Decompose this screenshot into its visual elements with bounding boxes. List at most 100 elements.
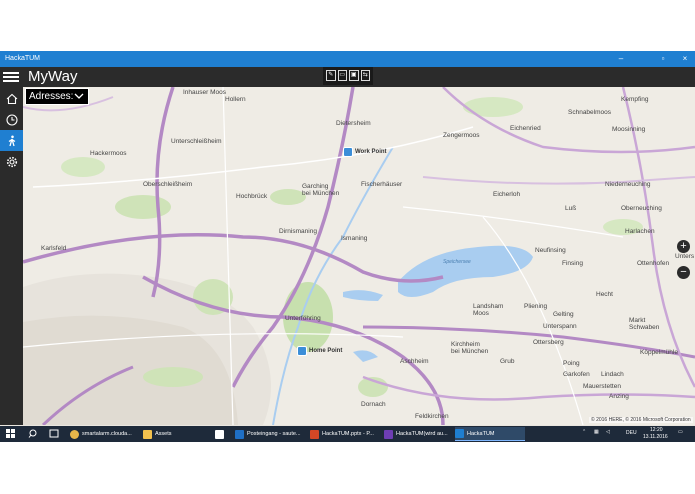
clock-time[interactable]: 12:20 bbox=[650, 427, 663, 433]
address-dropdown[interactable]: Adresses: bbox=[25, 88, 89, 105]
place-label: Hochbrück bbox=[236, 193, 268, 200]
language-indicator[interactable]: DEU bbox=[626, 430, 637, 436]
place-label: Garching bei München bbox=[302, 183, 340, 197]
map-view[interactable]: Inhauser Moos Hollern Dietersheim Zenger… bbox=[23, 87, 695, 425]
title-bar[interactable]: HackaTUM – ▫ × bbox=[0, 51, 695, 67]
place-label: Oberschleißheim bbox=[143, 181, 193, 188]
work-point-label: Work Point bbox=[355, 149, 387, 155]
taskbar-item-label: HackaTUM bbox=[467, 430, 495, 437]
map-copyright: © 2016 HERE, © 2016 Microsoft Corporatio… bbox=[589, 417, 693, 423]
task-view-icon[interactable] bbox=[49, 429, 59, 438]
place-label: Eichenried bbox=[510, 125, 541, 132]
visual-studio-icon bbox=[384, 429, 393, 439]
place-label: Eicherloh bbox=[493, 191, 521, 198]
taskbar-item-store[interactable] bbox=[215, 427, 229, 441]
home-point-label: Home Point bbox=[309, 348, 343, 354]
hamburger-menu-icon[interactable] bbox=[3, 70, 19, 84]
taskbar-item-explorer[interactable]: Assets bbox=[143, 427, 209, 441]
place-label: Mauerstetten bbox=[583, 383, 621, 390]
home-point-marker-icon bbox=[297, 346, 307, 356]
zoom-out-button[interactable]: − bbox=[677, 266, 690, 279]
taskbar-item-label: smartalarm.clouda... bbox=[82, 431, 132, 437]
powerpoint-icon bbox=[310, 429, 319, 439]
place-label: Feldkirchen bbox=[415, 413, 449, 420]
app-bar: MyWay ✎ ▭ ▣ ⇆ bbox=[0, 67, 695, 87]
walking-person-icon bbox=[8, 135, 15, 146]
app-title: MyWay bbox=[28, 68, 78, 85]
window-title: HackaTUM bbox=[5, 55, 41, 62]
eraser-tool-icon[interactable]: ▭ bbox=[337, 70, 347, 81]
lake-label: Speichersee bbox=[443, 259, 471, 265]
place-label: Ottersberg bbox=[533, 339, 564, 346]
sidebar-item-walk[interactable] bbox=[0, 130, 23, 151]
place-label: Unterschleißheim bbox=[171, 138, 222, 145]
app-window: HackaTUM – ▫ × MyWay ✎ ▭ ▣ ⇆ Inhauser Mo… bbox=[0, 51, 695, 442]
tray-chevron-up-icon[interactable]: ⌃ bbox=[582, 429, 586, 435]
place-label: Schnabelmoos bbox=[568, 109, 611, 116]
taskbar-item-chrome[interactable]: smartalarm.clouda... bbox=[70, 427, 138, 441]
zoom-in-button[interactable]: + bbox=[677, 240, 690, 253]
taskbar: smartalarm.clouda... Assets Posteingang … bbox=[0, 426, 695, 442]
place-label: Inhauser Moos bbox=[183, 89, 226, 96]
sidebar-item-home[interactable] bbox=[0, 88, 23, 109]
notification-center-icon[interactable]: ▭ bbox=[678, 429, 683, 435]
place-label: Garkofen bbox=[563, 371, 590, 378]
hackatum-app-icon bbox=[455, 429, 464, 438]
taskbar-item-label: HackaTUM.pptx - P... bbox=[322, 431, 374, 437]
minimize-button[interactable]: – bbox=[610, 53, 632, 65]
taskbar-item-hackatum[interactable]: HackaTUM bbox=[455, 427, 525, 441]
home-icon bbox=[6, 93, 17, 104]
place-label: Fischerhäuser bbox=[361, 181, 403, 188]
place-label: Landsham Moos bbox=[473, 303, 504, 317]
maximize-button[interactable]: ▫ bbox=[652, 53, 674, 65]
taskbar-item-label: Posteingang - saute... bbox=[247, 431, 301, 437]
place-label: Zengermoos bbox=[443, 132, 480, 139]
place-label: Unterspann bbox=[543, 323, 577, 330]
place-label: Aschheim bbox=[400, 358, 429, 365]
place-label: Finsing bbox=[562, 260, 583, 267]
place-label: Pliening bbox=[524, 303, 548, 310]
network-icon[interactable]: ▦ bbox=[594, 429, 599, 435]
place-label: Karlsfeld bbox=[41, 245, 67, 252]
windows-start-icon[interactable] bbox=[6, 429, 15, 438]
share-tool-icon[interactable]: ⇆ bbox=[360, 70, 370, 81]
taskbar-item-outlook[interactable]: Posteingang - saute... bbox=[235, 427, 305, 441]
place-label: Dornach bbox=[361, 401, 386, 408]
select-tool-icon[interactable]: ▣ bbox=[349, 70, 359, 81]
taskbar-item-powerpoint[interactable]: HackaTUM.pptx - P... bbox=[310, 427, 380, 441]
store-icon bbox=[215, 429, 224, 439]
map-canvas bbox=[23, 87, 695, 425]
place-label: Dietersheim bbox=[336, 120, 371, 127]
folder-icon bbox=[143, 429, 152, 439]
taskbar-item-label: Assets bbox=[155, 431, 172, 437]
clock-icon bbox=[5, 113, 18, 126]
place-label: Unterföhring bbox=[285, 315, 321, 322]
place-label: Unters bbox=[675, 253, 695, 260]
place-label: Gelting bbox=[553, 311, 574, 318]
place-label: Neufinsing bbox=[535, 247, 566, 254]
outlook-icon bbox=[235, 429, 244, 439]
search-icon[interactable] bbox=[28, 429, 37, 438]
work-point-pin[interactable]: Work Point bbox=[343, 147, 387, 157]
home-point-pin[interactable]: Home Point bbox=[297, 346, 342, 356]
taskbar-item-visual-studio[interactable]: HackaTUM(wird au... bbox=[384, 427, 452, 441]
place-label: Köppelmühle bbox=[640, 349, 678, 356]
work-point-marker-icon bbox=[343, 147, 353, 157]
place-label: Lindach bbox=[601, 371, 624, 378]
taskbar-item-label: HackaTUM(wird au... bbox=[396, 431, 448, 437]
volume-icon[interactable]: ◁ bbox=[606, 429, 610, 435]
close-button[interactable]: × bbox=[674, 53, 695, 65]
pen-tool-icon[interactable]: ✎ bbox=[326, 70, 336, 81]
place-label: Dirnismaning bbox=[279, 228, 317, 235]
gear-icon bbox=[6, 156, 17, 167]
chrome-icon bbox=[70, 429, 79, 439]
sidebar-item-settings[interactable] bbox=[0, 151, 23, 172]
chevron-down-icon bbox=[74, 93, 84, 99]
place-label: Markt Schwaben bbox=[629, 317, 660, 331]
place-label: Grub bbox=[500, 358, 515, 365]
place-label: Kirchheim bei München bbox=[451, 341, 489, 355]
clock-date[interactable]: 13.11.2016 bbox=[643, 434, 668, 440]
sidebar bbox=[0, 87, 23, 425]
place-label: Oberneuching bbox=[621, 205, 662, 212]
sidebar-item-history[interactable] bbox=[0, 109, 23, 130]
